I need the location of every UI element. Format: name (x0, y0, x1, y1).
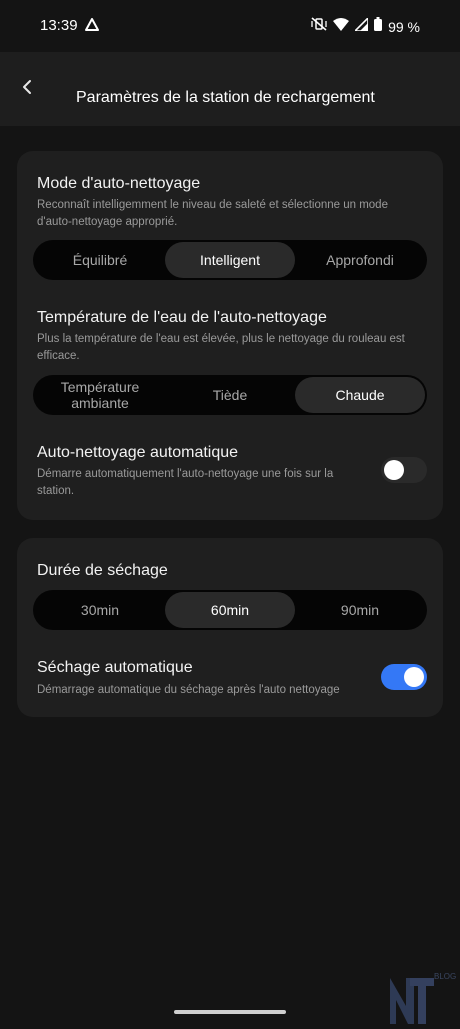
auto-clean-description: Démarre automatiquement l'auto-nettoyage… (37, 468, 334, 497)
duration-option-30[interactable]: 30min (35, 592, 165, 628)
toggle-knob (404, 667, 424, 687)
self-clean-mode-description: Reconnaît intelligemment le niveau de sa… (37, 199, 388, 228)
mode-option-intelligent[interactable]: Intelligent (165, 242, 295, 278)
vibrate-mute-icon (311, 17, 327, 36)
water-temperature-title: Température de l'eau de l'auto-nettoyage (37, 309, 327, 326)
toggle-knob (384, 460, 404, 480)
back-button[interactable] (14, 76, 40, 102)
auto-drying-toggle[interactable] (381, 664, 427, 690)
auto-drying-description: Démarrage automatique du séchage après l… (37, 684, 340, 696)
home-icon (85, 18, 99, 37)
status-icons: 99 % (311, 15, 420, 36)
water-temperature-selector: Température ambiante Tiède Chaude (33, 375, 427, 415)
watermark-blog-label: BLOG (434, 972, 457, 981)
cleaning-settings-card: Mode d'auto-nettoyage Reconnaît intellig… (17, 151, 443, 520)
page-title: Paramètres de la station de rechargement (76, 89, 375, 106)
duration-option-60[interactable]: 60min (165, 592, 295, 628)
status-time: 13:39 (40, 17, 78, 34)
self-clean-mode-selector: Équilibré Intelligent Approfondi (33, 240, 427, 280)
home-indicator[interactable] (174, 1010, 286, 1014)
mode-option-deep[interactable]: Approfondi (295, 242, 425, 278)
drying-duration-selector: 30min 60min 90min (33, 590, 427, 630)
water-temperature-description: Plus la température de l'eau est élevée,… (37, 333, 405, 362)
battery-icon (374, 17, 383, 36)
chevron-left-icon (22, 79, 32, 100)
drying-duration-title: Durée de séchage (37, 562, 168, 579)
duration-option-90[interactable]: 90min (295, 592, 425, 628)
auto-clean-title: Auto-nettoyage automatique (37, 444, 239, 461)
wifi-icon (333, 17, 350, 36)
auto-clean-toggle[interactable] (381, 457, 427, 483)
auto-drying-title: Séchage automatique (37, 659, 193, 676)
drying-settings-card: Durée de séchage 30min 60min 90min Sécha… (17, 538, 443, 717)
self-clean-mode-title: Mode d'auto-nettoyage (37, 175, 201, 192)
temp-option-lukewarm[interactable]: Tiède (165, 377, 295, 413)
temp-option-hot[interactable]: Chaude (295, 377, 425, 413)
signal-icon (353, 15, 369, 36)
battery-percentage: 99 % (388, 18, 420, 35)
temp-option-ambient[interactable]: Température ambiante (35, 377, 165, 413)
mode-option-balanced[interactable]: Équilibré (35, 242, 165, 278)
app-header: Paramètres de la station de rechargement (0, 52, 460, 126)
nt-blog-logo (388, 972, 434, 1029)
status-bar: 13:39 99 % (0, 0, 460, 52)
